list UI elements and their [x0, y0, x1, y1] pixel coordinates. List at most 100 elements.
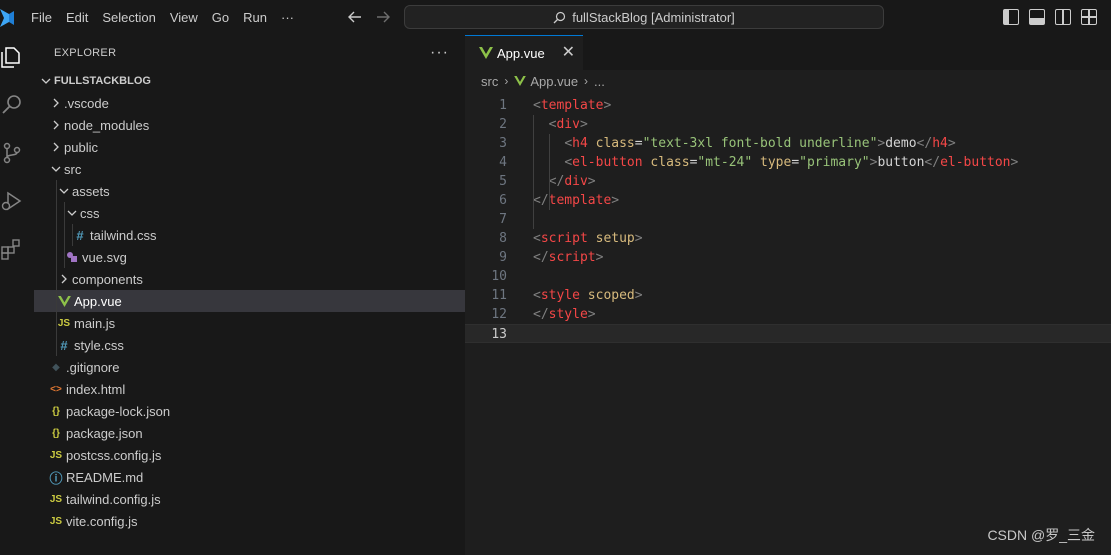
menu-item-run[interactable]: Run — [236, 0, 274, 35]
tag-token: script — [548, 250, 596, 265]
line-number: 11 — [491, 288, 507, 303]
tag-token: div — [556, 117, 580, 132]
code-line[interactable]: 4 <el-button class="mt-24" type="primary… — [465, 153, 1111, 172]
svg-file-icon — [64, 251, 80, 263]
code-line[interactable]: 2 <div> — [465, 115, 1111, 134]
toggle-secondary-sidebar-icon[interactable] — [1055, 9, 1071, 25]
line-number: 2 — [499, 117, 507, 132]
file-item[interactable]: vue.svg — [34, 246, 465, 268]
code-line[interactable]: 11 <style scoped> — [465, 286, 1111, 305]
tag-token: h4 — [572, 136, 588, 151]
menu-item-file[interactable]: File — [24, 0, 59, 35]
breadcrumb-item-src[interactable]: src — [481, 74, 498, 89]
tree-item-label: App.vue — [74, 293, 122, 309]
search-icon[interactable] — [0, 93, 24, 117]
bracket-token: > — [634, 231, 643, 246]
file-item[interactable]: # tailwind.css — [34, 224, 465, 246]
file-item[interactable]: # style.css — [34, 334, 465, 356]
file-item[interactable]: {} package.json — [34, 422, 465, 444]
bracket-token: > — [579, 117, 588, 132]
tree-item-label: src — [64, 161, 82, 177]
toggle-primary-sidebar-icon[interactable] — [1003, 9, 1019, 25]
file-item[interactable]: JS main.js — [34, 312, 465, 334]
breadcrumb-item-file[interactable]: App.vue — [530, 74, 578, 89]
attribute-token: class — [650, 155, 690, 170]
html-file-icon: <> — [50, 383, 62, 395]
folder-item[interactable]: .vscode — [34, 92, 465, 114]
run-and-debug-icon[interactable] — [0, 189, 24, 213]
code-line[interactable]: 7 — [465, 210, 1111, 229]
explorer-files-icon[interactable] — [0, 45, 24, 69]
extensions-icon[interactable] — [0, 237, 24, 261]
file-item[interactable]: ⓘ README.md — [34, 466, 465, 488]
code-line[interactable]: 6 </template> — [465, 191, 1111, 210]
code-editor[interactable]: 1 <template> 2 <div> 3 <h4 class="text-3xl … — [465, 92, 1111, 555]
indent-guide — [56, 246, 57, 268]
folder-item[interactable]: css — [34, 202, 465, 224]
command-center-search[interactable]: fullStackBlog [Administrator] — [404, 5, 884, 29]
toggle-panel-icon[interactable] — [1029, 9, 1045, 25]
file-item[interactable]: JS postcss.config.js — [34, 444, 465, 466]
forward-arrow-icon[interactable] — [374, 8, 392, 26]
menu-item-view[interactable]: View — [163, 0, 205, 35]
file-item[interactable]: <> index.html — [34, 378, 465, 400]
indent-guide — [64, 202, 65, 224]
tab-app-vue[interactable]: App.vue ✕ — [465, 35, 583, 70]
code-line[interactable]: 13 — [465, 324, 1111, 343]
code-line[interactable]: 3 <h4 class="text-3xl font-bold underlin… — [465, 134, 1111, 153]
menu-item-edit[interactable]: Edit — [59, 0, 95, 35]
chevron-right-icon — [48, 117, 64, 133]
folder-item[interactable]: src — [34, 158, 465, 180]
line-number: 5 — [499, 174, 507, 189]
file-item[interactable]: {} package-lock.json — [34, 400, 465, 422]
vscode-logo-icon[interactable] — [0, 9, 14, 27]
file-item[interactable]: ◆ .gitignore — [34, 356, 465, 378]
indent-guide — [56, 334, 57, 356]
workspace-section-header[interactable]: FULLSTACKBLOG — [34, 70, 465, 92]
indent-guide — [56, 224, 57, 246]
customize-layout-icon[interactable] — [1081, 9, 1097, 25]
tree-item-label: postcss.config.js — [66, 447, 162, 463]
bracket-token: < — [564, 136, 573, 151]
tree-item-label: components — [72, 271, 143, 287]
bracket-token: > — [587, 307, 596, 322]
back-arrow-icon[interactable] — [346, 8, 364, 26]
folder-item[interactable]: assets — [34, 180, 465, 202]
tree-item-label: vue.svg — [82, 249, 127, 265]
indent-guide — [56, 180, 57, 202]
menu-item-go[interactable]: Go — [205, 0, 236, 35]
file-item[interactable]: JS tailwind.config.js — [34, 488, 465, 510]
code-line[interactable]: 8 <script setup> — [465, 229, 1111, 248]
code-line[interactable]: 1 <template> — [465, 96, 1111, 115]
title-bar: File Edit Selection View Go Run ··· fullStackB… — [0, 0, 1111, 35]
menu-item-selection[interactable]: Selection — [95, 0, 162, 35]
js-file-icon: JS — [49, 449, 63, 461]
tag-token: style — [548, 307, 588, 322]
code-line[interactable]: 9 </script> — [465, 248, 1111, 267]
file-item[interactable]: JS vite.config.js — [34, 510, 465, 532]
code-line[interactable]: 10 — [465, 267, 1111, 286]
code-line[interactable]: 5 </div> — [465, 172, 1111, 191]
chevron-right-icon: › — [584, 74, 589, 88]
code-content: </template> — [533, 191, 619, 210]
more-actions-icon[interactable]: ··· — [430, 44, 449, 62]
tag-token: template — [548, 193, 612, 208]
explorer-title: EXPLORER — [54, 46, 117, 59]
string-token: "primary" — [799, 155, 870, 170]
menu-more-icon[interactable]: ··· — [274, 0, 301, 35]
close-icon[interactable]: ✕ — [562, 45, 575, 61]
bracket-token: > — [1010, 155, 1019, 170]
tree-item-label: tailwind.config.js — [66, 491, 161, 507]
folder-item[interactable]: node_modules — [34, 114, 465, 136]
folder-item[interactable]: public — [34, 136, 465, 158]
bracket-token: < — [533, 98, 541, 113]
source-control-icon[interactable] — [0, 141, 24, 165]
file-item[interactable]: App.vue — [34, 290, 465, 312]
code-content: <h4 class="text-3xl font-bold underline"… — [533, 134, 955, 153]
folder-item[interactable]: components — [34, 268, 465, 290]
breadcrumb-item-symbol[interactable]: ... — [594, 74, 605, 89]
code-line[interactable]: 12 </style> — [465, 305, 1111, 324]
bracket-token: </ — [533, 307, 549, 322]
